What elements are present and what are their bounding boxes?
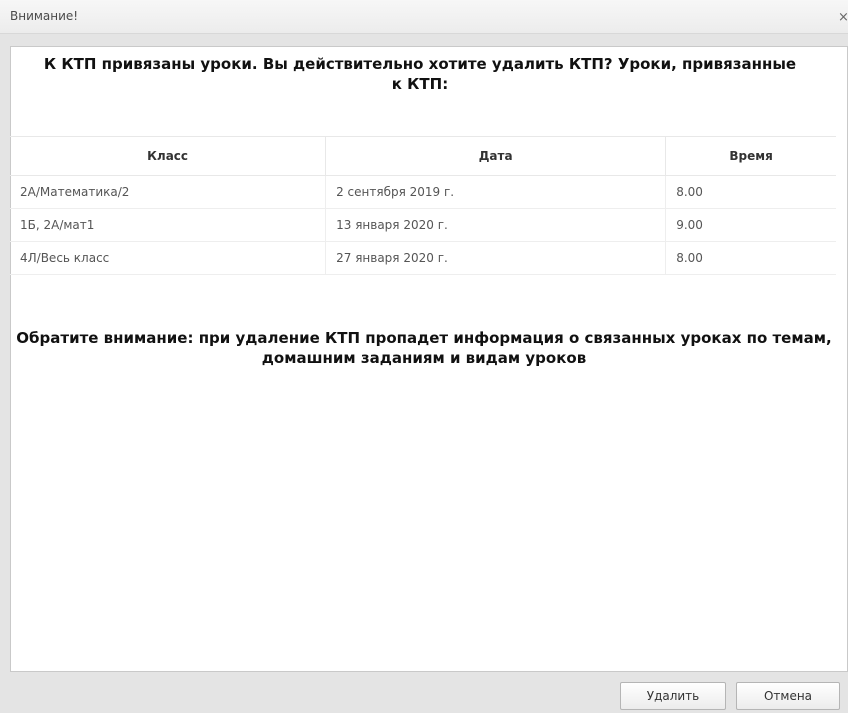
confirmation-heading: К КТП привязаны уроки. Вы действительно … [43, 55, 797, 93]
cell-date: 13 января 2020 г. [325, 208, 667, 242]
cell-time: 9.00 [665, 208, 836, 242]
cell-time: 8.00 [665, 241, 836, 275]
table-row[interactable]: 4Л/Весь класс 27 января 2020 г. 8.00 [10, 241, 836, 275]
cell-class: 4Л/Весь класс [10, 241, 327, 275]
cancel-button[interactable]: Отмена [736, 682, 840, 710]
warning-note: Обратите внимание: при удаление КТП проп… [16, 329, 832, 367]
column-header-class: Класс [10, 136, 327, 176]
dialog-titlebar[interactable]: Внимание! × [0, 0, 848, 34]
cell-date: 2 сентября 2019 г. [325, 175, 667, 209]
cell-class: 1Б, 2А/мат1 [10, 208, 327, 242]
lessons-table: Класс Дата Время 2А/Математика/2 2 сентя… [10, 136, 836, 275]
close-icon[interactable]: × [838, 12, 848, 24]
table-row[interactable]: 1Б, 2А/мат1 13 января 2020 г. 9.00 [10, 208, 836, 242]
table-header-row: Класс Дата Время [10, 136, 836, 176]
cell-time: 8.00 [665, 175, 836, 209]
column-header-time: Время [665, 136, 836, 176]
delete-button[interactable]: Удалить [620, 682, 726, 710]
dialog-window: Внимание! × К КТП привязаны уроки. Вы де… [0, 0, 848, 713]
table-row[interactable]: 2А/Математика/2 2 сентября 2019 г. 8.00 [10, 175, 836, 209]
cell-class: 2А/Математика/2 [10, 175, 327, 209]
dialog-title: Внимание! [10, 9, 79, 23]
cell-date: 27 января 2020 г. [325, 241, 667, 275]
column-header-date: Дата [325, 136, 667, 176]
